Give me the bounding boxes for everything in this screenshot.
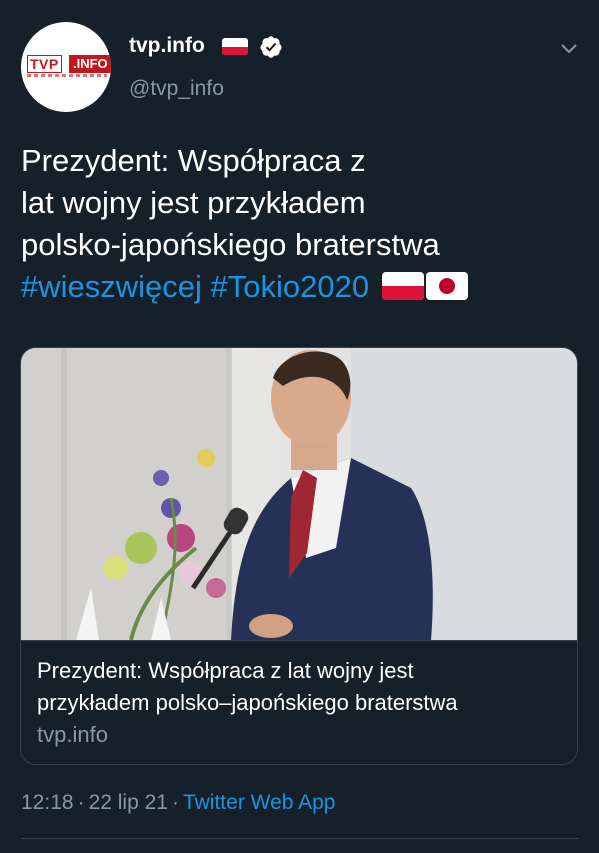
poland-flag-icon xyxy=(222,38,248,55)
japan-flag-icon xyxy=(425,272,468,300)
hashtag-link[interactable]: #Tokio2020 xyxy=(211,269,370,304)
verified-badge-icon xyxy=(260,36,282,58)
logo-part-info: .INFO xyxy=(69,55,111,73)
meta-separator: · xyxy=(171,791,179,814)
tweet-text-line: Prezydent: Współpraca z xyxy=(21,143,366,178)
tweet-text-line: lat wojny jest przykładem xyxy=(21,185,366,220)
tweet-time[interactable]: 12:18 xyxy=(21,791,74,814)
hashtag-link[interactable]: #wieszwięcej xyxy=(21,269,202,304)
handle[interactable]: @tvp_info xyxy=(129,77,224,101)
tweet-meta: 12:18 · 22 lip 21 · Twitter Web App xyxy=(21,791,336,815)
card-title-line: Prezydent: Współpraca z lat wojny jest xyxy=(37,658,414,683)
divider xyxy=(21,838,579,839)
tvp-info-logo: TVP .INFO xyxy=(27,55,111,77)
logo-part-tvp: TVP xyxy=(27,55,62,73)
hashtag-line: #wieszwięcej #Tokio2020 xyxy=(21,266,581,308)
card-body[interactable]: Prezydent: Współpraca z lat wojny jest p… xyxy=(21,640,577,764)
card-title: Prezydent: Współpraca z lat wojny jest p… xyxy=(37,655,557,719)
card-image[interactable] xyxy=(21,348,577,640)
link-card[interactable]: Prezydent: Współpraca z lat wojny jest p… xyxy=(20,347,578,765)
tweet-text-line: polsko-japońskiego braterstwa xyxy=(21,227,440,262)
tweet-date[interactable]: 22 lip 21 xyxy=(89,791,168,814)
chevron-down-icon[interactable] xyxy=(557,36,581,60)
tweet-source-link[interactable]: Twitter Web App xyxy=(183,791,336,814)
tweet-text: Prezydent: Współpraca z lat wojny jest p… xyxy=(21,140,581,308)
logo-strip xyxy=(27,74,107,77)
tweet: TVP .INFO tvp.info @tvp_info Prezydent: … xyxy=(0,0,599,853)
card-domain: tvp.info xyxy=(37,722,108,747)
avatar[interactable]: TVP .INFO xyxy=(21,22,111,112)
poland-flag-icon xyxy=(381,272,424,300)
card-photo-illustration xyxy=(21,348,577,640)
card-title-line: przykładem polsko–japońskiego braterstwa xyxy=(37,690,458,715)
display-name[interactable]: tvp.info xyxy=(129,34,205,58)
meta-separator: · xyxy=(77,791,85,814)
